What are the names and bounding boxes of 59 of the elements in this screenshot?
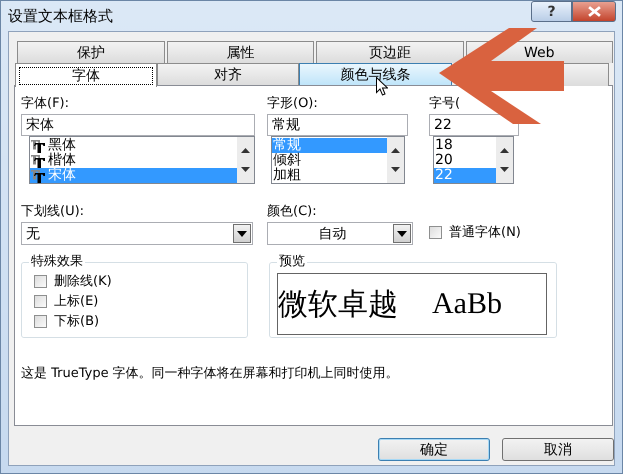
checkbox-label[interactable]: 普通字体(N)	[429, 222, 521, 242]
list-item[interactable]: 倾斜	[272, 153, 387, 168]
checkbox[interactable]	[34, 274, 47, 288]
input-field[interactable]: 常规	[267, 114, 408, 136]
dropdown-arrow-icon	[397, 230, 407, 236]
checkbox[interactable]	[34, 294, 47, 308]
scrollbar[interactable]	[387, 137, 404, 183]
truetype-icon	[31, 138, 45, 152]
group-title: 特殊效果	[29, 254, 85, 270]
list-item[interactable]: 20	[434, 153, 496, 168]
dialog-button[interactable]: 取消	[502, 438, 614, 461]
field-label: 字形(O):	[267, 96, 318, 112]
info-text: 这是 TrueType 字体。同一种字体将在屏幕和打印机上同时使用。	[21, 365, 400, 382]
list-item[interactable]: 加粗	[272, 168, 387, 183]
scroll-up-icon[interactable]	[391, 148, 400, 153]
field-label: 字号(	[429, 96, 460, 112]
close-icon	[588, 6, 600, 17]
tab[interactable]: 属性	[166, 41, 314, 63]
scrollbar[interactable]	[496, 137, 513, 183]
field-label: 字体(F):	[21, 96, 70, 112]
checkbox[interactable]	[34, 314, 47, 328]
checkbox[interactable]	[429, 226, 442, 238]
list-item[interactable]: 黑体	[30, 138, 237, 153]
scroll-up-icon[interactable]	[500, 148, 509, 153]
dropdown-button[interactable]	[393, 224, 411, 243]
list-box[interactable]: 黑体 楷体 宋体	[29, 136, 255, 184]
tab[interactable]: 保护	[17, 41, 164, 63]
input-field[interactable]: 22	[429, 114, 519, 136]
scroll-up-icon[interactable]	[241, 148, 250, 153]
scroll-down-icon[interactable]	[500, 167, 509, 172]
truetype-icon	[31, 154, 45, 168]
dropdown-button[interactable]	[233, 224, 251, 243]
dropdown[interactable]: 自动	[267, 222, 413, 245]
list-box[interactable]: 18 20 22	[433, 136, 514, 184]
checkbox-label[interactable]: 上标(E)	[34, 291, 247, 311]
window-title: 设置文本框格式	[8, 6, 113, 26]
tab[interactable]: 页边距	[316, 41, 464, 63]
list-item[interactable]: 18	[434, 138, 496, 153]
help-button[interactable]: ?	[531, 1, 572, 22]
group-title: 预览	[277, 254, 307, 270]
dropdown[interactable]: 无	[21, 222, 253, 245]
dialog-button[interactable]: 确定	[378, 438, 490, 461]
scroll-down-icon[interactable]	[241, 167, 250, 172]
checkbox-label[interactable]: 删除线(K)	[34, 271, 247, 291]
tab[interactable]: 字体	[15, 63, 157, 87]
checkbox-label[interactable]: 下标(B)	[34, 311, 247, 331]
close-button[interactable]	[572, 1, 616, 22]
scroll-down-icon[interactable]	[391, 167, 400, 172]
list-item[interactable]: 楷体	[30, 153, 237, 168]
truetype-icon	[31, 168, 45, 182]
input-field[interactable]: 宋体	[21, 114, 255, 136]
preview-text: AaBb	[432, 287, 502, 321]
list-box[interactable]: 常规 倾斜 加粗	[271, 136, 405, 184]
tab[interactable]: 对齐	[157, 63, 299, 85]
field-label: 下划线(U):	[21, 204, 84, 220]
preview-text: 微软卓越	[278, 286, 398, 324]
scrollbar[interactable]	[237, 137, 254, 183]
dropdown-arrow-icon	[237, 230, 247, 236]
field-label: 颜色(C):	[267, 204, 317, 220]
